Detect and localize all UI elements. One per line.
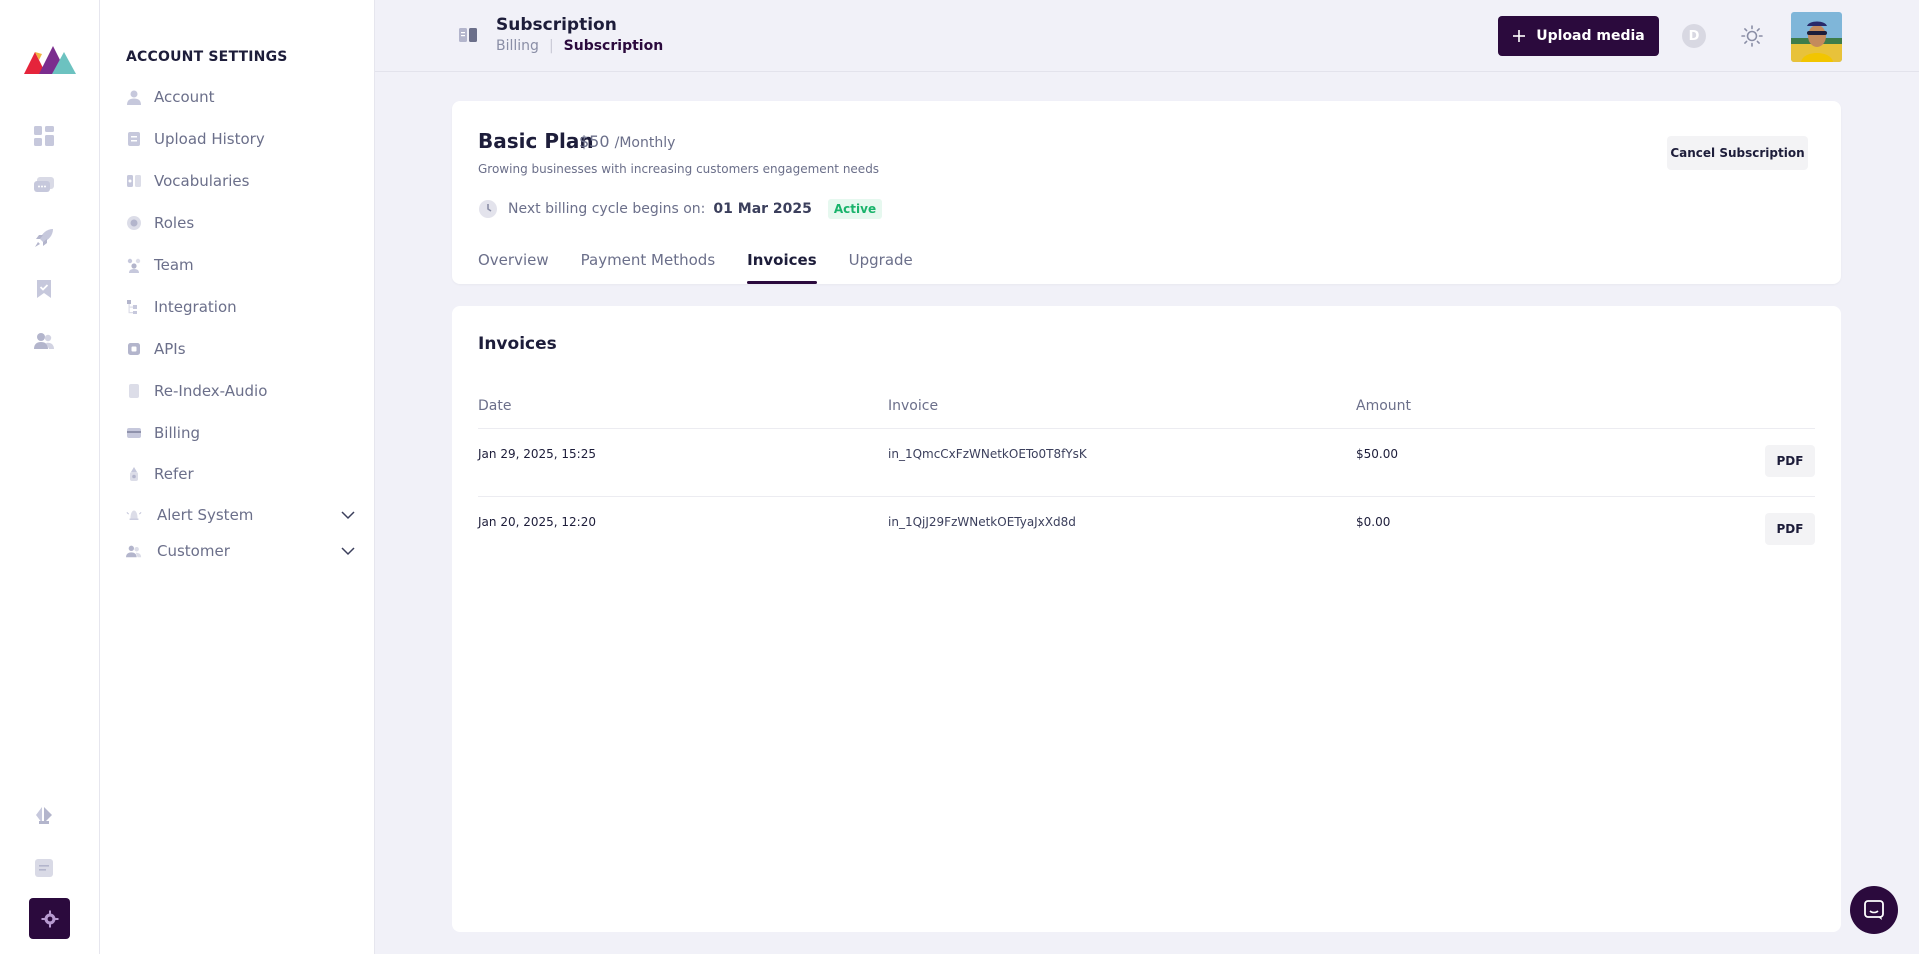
chat-icon[interactable] bbox=[32, 174, 56, 198]
sidebar-item-label: Upload History bbox=[154, 130, 265, 148]
invoice-id: in_1QjJ29FzWNetkOETyaJxXd8d bbox=[888, 515, 1076, 529]
vocabulary-icon bbox=[126, 173, 142, 189]
sidebar-item-upload-history[interactable]: Upload History bbox=[126, 125, 356, 153]
tab-invoices[interactable]: Invoices bbox=[747, 251, 818, 284]
invoice-date: Jan 20, 2025, 12:20 bbox=[478, 515, 596, 529]
sidebar-item-label: Alert System bbox=[157, 506, 254, 524]
sidebar-item-roles[interactable]: Roles bbox=[126, 209, 356, 237]
dashboard-icon[interactable] bbox=[32, 124, 56, 148]
book-icon bbox=[459, 28, 477, 42]
column-header-amount: Amount bbox=[1356, 398, 1412, 414]
profile-avatar[interactable] bbox=[1791, 12, 1842, 62]
invoice-id: in_1QmcCxFzWNetkOETo0T8fYsK bbox=[888, 447, 1087, 461]
chat-bubble-icon bbox=[1864, 900, 1884, 920]
app-logo[interactable] bbox=[24, 42, 76, 74]
settings-button[interactable] bbox=[29, 898, 70, 939]
sidebar-item-integration[interactable]: Integration bbox=[126, 293, 356, 321]
rocket-icon[interactable] bbox=[32, 226, 56, 250]
breadcrumb-subscription: Subscription bbox=[563, 38, 664, 54]
settings-sidebar: ACCOUNT SETTINGS Account Upload History … bbox=[100, 0, 375, 954]
page-header: Subscription Billing | Subscription Uplo… bbox=[375, 0, 1919, 72]
invoice-amount: $0.00 bbox=[1356, 515, 1391, 529]
sidebar-item-label: Team bbox=[154, 256, 194, 274]
alert-icon bbox=[126, 507, 142, 523]
upload-media-label: Upload media bbox=[1536, 28, 1645, 44]
sidebar-item-label: Integration bbox=[154, 298, 237, 316]
icon-rail bbox=[0, 0, 100, 954]
chat-launcher-button[interactable] bbox=[1850, 886, 1898, 934]
sidebar-title: ACCOUNT SETTINGS bbox=[126, 49, 288, 65]
sidebar-item-customer[interactable]: Customer bbox=[126, 537, 356, 565]
invoices-card: Invoices Date Invoice Amount Jan 29, 202… bbox=[452, 306, 1841, 932]
bookmark-check-icon[interactable] bbox=[32, 277, 56, 301]
billing-cycle-row: Next billing cycle begins on: 01 Mar 202… bbox=[478, 199, 883, 219]
plus-icon bbox=[1513, 30, 1526, 42]
breadcrumb: Billing | Subscription bbox=[496, 38, 663, 54]
plan-price-amount: $50 bbox=[579, 132, 610, 151]
table-row: Jan 29, 2025, 15:25 in_1QmcCxFzWNetkOETo… bbox=[478, 429, 1815, 497]
sidebar-item-refer[interactable]: Refer bbox=[126, 460, 356, 488]
user-initial-avatar[interactable]: D bbox=[1682, 24, 1706, 48]
sidebar-item-label: Refer bbox=[154, 465, 194, 483]
pdf-download-button[interactable]: PDF bbox=[1765, 513, 1815, 545]
plan-description: Growing businesses with increasing custo… bbox=[478, 162, 880, 176]
invoices-title: Invoices bbox=[478, 334, 557, 354]
sun-icon[interactable] bbox=[1740, 24, 1764, 48]
sidebar-item-alert-system[interactable]: Alert System bbox=[126, 501, 356, 529]
sidebar-item-vocabularies[interactable]: Vocabularies bbox=[126, 167, 356, 195]
sidebar-item-label: Account bbox=[154, 88, 215, 106]
sidebar-item-label: Vocabularies bbox=[154, 172, 250, 190]
sidebar-item-label: Billing bbox=[154, 424, 200, 442]
gear-icon bbox=[41, 910, 58, 927]
plan-price-period: /Monthly bbox=[614, 135, 676, 151]
breadcrumb-separator: | bbox=[548, 38, 554, 54]
integration-icon bbox=[126, 299, 142, 315]
pdf-download-button[interactable]: PDF bbox=[1765, 445, 1815, 477]
table-row: Jan 20, 2025, 12:20 in_1QjJ29FzWNetkOETy… bbox=[478, 497, 1815, 565]
user-icon bbox=[126, 89, 142, 105]
page-title: Subscription bbox=[496, 15, 617, 35]
sidebar-item-label: Re-Index-Audio bbox=[154, 382, 268, 400]
column-header-date: Date bbox=[478, 398, 512, 414]
chevron-down-icon[interactable] bbox=[340, 507, 356, 523]
billing-cycle-date: 01 Mar 2025 bbox=[713, 201, 812, 217]
billing-icon bbox=[126, 425, 142, 441]
tab-payment-methods[interactable]: Payment Methods bbox=[581, 251, 716, 284]
sidebar-item-label: APIs bbox=[154, 340, 186, 358]
invoice-date: Jan 29, 2025, 15:25 bbox=[478, 447, 596, 461]
sidebar-item-label: Roles bbox=[154, 214, 195, 232]
sidebar-item-account[interactable]: Account bbox=[126, 83, 356, 111]
audio-icon bbox=[126, 383, 142, 399]
extensions-icon[interactable] bbox=[32, 803, 56, 827]
sidebar-item-apis[interactable]: APIs bbox=[126, 335, 356, 363]
cancel-subscription-button[interactable]: Cancel Subscription bbox=[1667, 136, 1808, 170]
upload-media-button[interactable]: Upload media bbox=[1498, 16, 1659, 56]
tab-upgrade[interactable]: Upgrade bbox=[849, 251, 913, 284]
clock-icon bbox=[479, 200, 497, 218]
notes-icon[interactable] bbox=[32, 856, 56, 880]
customer-icon bbox=[126, 543, 142, 559]
breadcrumb-billing[interactable]: Billing bbox=[496, 38, 539, 54]
api-icon bbox=[126, 341, 142, 357]
roles-icon bbox=[126, 215, 142, 231]
sidebar-item-billing[interactable]: Billing bbox=[126, 419, 356, 447]
tab-overview[interactable]: Overview bbox=[478, 251, 549, 284]
invoice-amount: $50.00 bbox=[1356, 447, 1398, 461]
team-icon bbox=[126, 257, 142, 273]
chevron-down-icon[interactable] bbox=[340, 543, 356, 559]
plan-price: $50 /Monthly bbox=[579, 132, 675, 151]
sidebar-item-re-index-audio[interactable]: Re-Index-Audio bbox=[126, 377, 356, 405]
subscription-tabs: Overview Payment Methods Invoices Upgrad… bbox=[478, 251, 945, 284]
sidebar-item-label: Customer bbox=[157, 542, 230, 560]
plan-name: Basic Plan bbox=[478, 129, 594, 153]
sidebar-item-team[interactable]: Team bbox=[126, 251, 356, 279]
status-badge: Active bbox=[827, 199, 883, 219]
column-header-invoice: Invoice bbox=[888, 398, 939, 414]
users-icon[interactable] bbox=[32, 329, 56, 353]
plan-card: Basic Plan $50 /Monthly Growing business… bbox=[452, 101, 1841, 284]
refer-icon bbox=[126, 466, 142, 482]
billing-cycle-label: Next billing cycle begins on: bbox=[508, 201, 706, 217]
history-icon bbox=[126, 131, 142, 147]
